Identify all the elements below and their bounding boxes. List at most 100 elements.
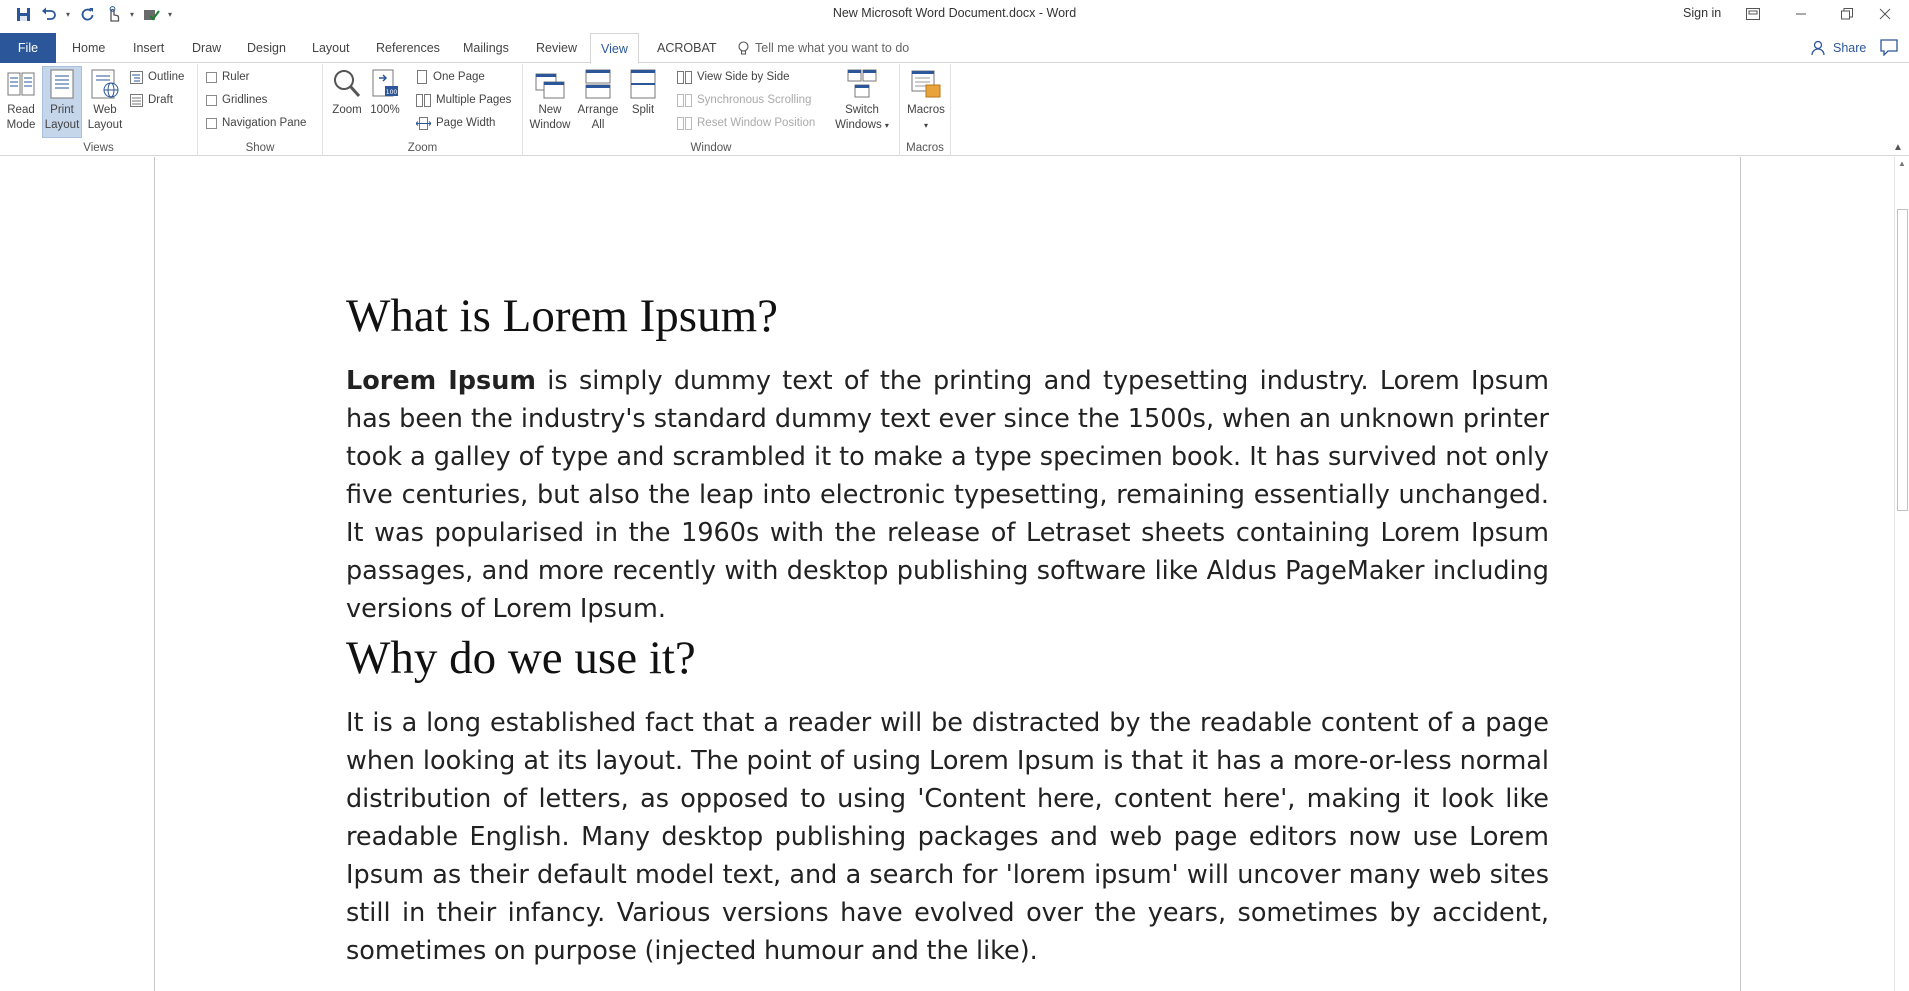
one-page-label: One Page <box>433 71 485 83</box>
split-label: Split <box>631 104 655 116</box>
gridlines-checkbox-box[interactable] <box>206 94 217 106</box>
navigation-pane-label: Navigation Pane <box>222 117 307 129</box>
tab-view[interactable]: View <box>590 33 639 64</box>
tab-design[interactable]: Design <box>245 33 288 63</box>
arrange-all-label-2: All <box>591 119 605 131</box>
side-by-side-icon <box>677 70 692 84</box>
paragraph-1-bold: Lorem Ipsum <box>346 366 536 396</box>
draft-label: Draft <box>148 94 173 106</box>
new-window-label-1: New <box>538 104 562 116</box>
switch-windows-label-1: Switch <box>845 104 879 116</box>
multiple-pages-button[interactable]: Multiple Pages <box>416 91 511 109</box>
views-group: Read Mode Print Layout Web Layout Outlin… <box>0 64 198 156</box>
page-width-icon <box>416 116 431 130</box>
close-icon[interactable] <box>1862 0 1908 28</box>
navigation-pane-checkbox[interactable]: Navigation Pane <box>206 114 306 132</box>
tab-review[interactable]: Review <box>534 33 579 63</box>
window-group-label: Window <box>690 142 732 154</box>
show-group: Ruler Gridlines Navigation Pane Show <box>198 64 323 156</box>
scroll-thumb[interactable] <box>1897 209 1908 511</box>
macros-button[interactable]: Macros ▾ <box>904 67 948 133</box>
tab-references[interactable]: References <box>374 33 442 63</box>
web-layout-button[interactable]: Web Layout <box>85 67 125 133</box>
read-mode-button[interactable]: Read Mode <box>2 67 40 133</box>
arrange-all-button[interactable]: Arrange All <box>575 67 621 133</box>
svg-text:100: 100 <box>386 89 398 96</box>
ruler-checkbox[interactable]: Ruler <box>206 68 249 86</box>
scroll-up-icon[interactable]: ▲ <box>1898 159 1906 168</box>
new-window-icon <box>534 67 566 101</box>
ribbon-tabs: File Home Insert Draw Design Layout Refe… <box>0 33 1909 64</box>
reset-window-icon <box>677 116 692 130</box>
zoom-100-label: 100% <box>370 104 400 116</box>
collapse-ribbon-icon[interactable]: ▲ <box>1893 142 1903 153</box>
print-layout-label-1: Print <box>50 104 74 116</box>
split-button[interactable]: Split <box>623 67 663 118</box>
outline-button[interactable]: Outline <box>130 68 184 86</box>
switch-windows-button[interactable]: Switch Windows ▾ <box>833 67 891 133</box>
heading-what-is-lorem-ipsum: What is Lorem Ipsum? <box>346 290 779 342</box>
zoom-100-icon: 100 <box>369 67 401 101</box>
ruler-checkbox-box[interactable] <box>206 71 217 83</box>
page-left-edge <box>154 157 155 991</box>
split-icon <box>627 67 659 101</box>
switch-windows-icon <box>846 67 878 101</box>
magnifier-icon <box>331 67 363 101</box>
print-layout-button[interactable]: Print Layout <box>42 66 82 138</box>
web-layout-icon <box>89 67 121 101</box>
zoom-button[interactable]: Zoom <box>329 67 365 118</box>
new-window-label-2: Window <box>529 119 571 131</box>
read-mode-label-1: Read <box>7 104 35 116</box>
sync-scroll-icon <box>677 93 692 107</box>
print-layout-label-2: Layout <box>44 119 80 131</box>
macros-group: Macros ▾ Macros <box>900 64 951 156</box>
print-layout-icon <box>46 67 78 101</box>
tab-insert[interactable]: Insert <box>131 33 166 63</box>
tab-acrobat[interactable]: ACROBAT <box>655 33 719 63</box>
synchronous-scrolling-label: Synchronous Scrolling <box>697 94 812 106</box>
one-page-button[interactable]: One Page <box>416 68 485 86</box>
one-page-icon <box>417 70 427 84</box>
macros-icon <box>910 67 942 101</box>
show-group-label: Show <box>245 142 275 154</box>
zoom-label: Zoom <box>332 104 362 116</box>
page-width-button[interactable]: Page Width <box>416 114 495 132</box>
gridlines-checkbox[interactable]: Gridlines <box>206 91 267 109</box>
comments-icon[interactable] <box>1880 39 1900 57</box>
draft-icon <box>130 93 143 107</box>
minimize-icon[interactable] <box>1778 0 1824 28</box>
share-button[interactable]: Share <box>1811 33 1866 63</box>
arrange-all-icon <box>582 67 614 101</box>
tab-draw[interactable]: Draw <box>190 33 223 63</box>
paragraph-1-text: is simply dummy text of the printing and… <box>346 366 1549 624</box>
tell-me-search[interactable]: Tell me what you want to do <box>738 33 909 63</box>
read-mode-label-2: Mode <box>6 119 36 131</box>
synchronous-scrolling-button[interactable]: Synchronous Scrolling <box>677 91 811 109</box>
switch-windows-label-2-wrap: Windows ▾ <box>835 118 889 133</box>
zoom-group: Zoom 100 100% One Page Multiple Pages Pa… <box>323 64 523 156</box>
document-area[interactable]: What is Lorem Ipsum? Lorem Ipsum is simp… <box>0 157 1894 991</box>
outline-label: Outline <box>148 71 185 83</box>
switch-windows-dropdown-icon: ▾ <box>884 121 889 130</box>
title-bar: ▾ ▾ ▾ New Microsoft Word Document.docx -… <box>0 0 1909 28</box>
tab-file[interactable]: File <box>0 33 56 63</box>
ribbon-display-options-icon[interactable] <box>1730 0 1776 28</box>
gridlines-label: Gridlines <box>222 94 268 106</box>
share-label: Share <box>1833 41 1867 55</box>
tell-me-placeholder: Tell me what you want to do <box>755 41 910 55</box>
zoom-100-button[interactable]: 100 100% <box>368 67 402 118</box>
arrange-all-label-1: Arrange <box>577 104 619 116</box>
macros-group-label: Macros <box>906 142 944 154</box>
sign-in-link[interactable]: Sign in <box>1683 6 1721 20</box>
draft-button[interactable]: Draft <box>130 91 173 109</box>
views-group-label: Views <box>83 142 114 154</box>
view-side-by-side-button[interactable]: View Side by Side <box>677 68 789 86</box>
navigation-pane-checkbox-box[interactable] <box>206 117 217 129</box>
vertical-scrollbar[interactable]: ▲ <box>1894 157 1909 991</box>
tab-layout[interactable]: Layout <box>310 33 352 63</box>
tab-mailings[interactable]: Mailings <box>461 33 511 63</box>
tab-home[interactable]: Home <box>70 33 107 63</box>
reset-window-position-button[interactable]: Reset Window Position <box>677 114 815 132</box>
multiple-pages-icon <box>416 93 431 107</box>
new-window-button[interactable]: New Window <box>527 67 573 133</box>
